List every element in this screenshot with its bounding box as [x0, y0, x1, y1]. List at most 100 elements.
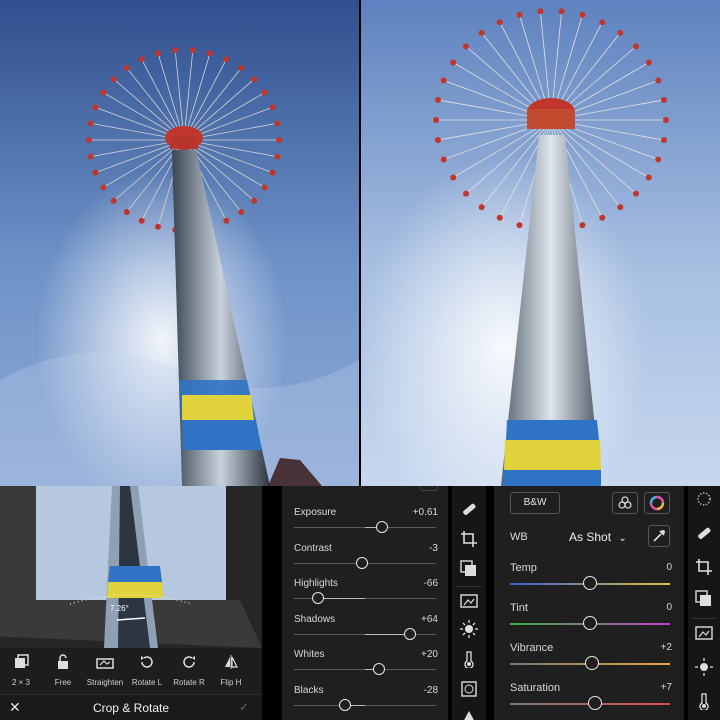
healing-icon[interactable] [460, 500, 478, 518]
aspect-ratio-button[interactable]: 2 × 3 [0, 654, 42, 687]
wheel-seat [661, 137, 668, 144]
effects-icon[interactable] [460, 680, 478, 698]
rotate-right-icon [183, 656, 195, 668]
slider-thumb[interactable] [583, 616, 597, 630]
slider-label: Exposure [294, 507, 337, 518]
after-photo [361, 0, 720, 486]
before-photo [0, 0, 359, 486]
wheel-seat [599, 19, 606, 26]
wheel-seat [261, 89, 268, 96]
straighten-icon [96, 658, 114, 669]
straighten-button[interactable]: Straighten [84, 654, 126, 687]
wheel-seat [478, 204, 485, 211]
wheel-seat [663, 117, 669, 123]
wheel-seat [632, 43, 639, 50]
slider-label: Vibrance [510, 642, 554, 654]
wheel-seat [269, 169, 276, 176]
crop-icon[interactable] [460, 530, 478, 548]
color-icon[interactable] [695, 692, 713, 710]
wheel-seat [92, 169, 99, 176]
tool-rail-left [452, 486, 486, 720]
wheel-seat [579, 11, 586, 18]
rotation-angle-label: 7.26° [110, 604, 129, 613]
wheel-seat [261, 184, 268, 191]
panel-handle[interactable] [420, 486, 438, 491]
wheel-seat [434, 96, 441, 103]
eyedropper-button[interactable] [648, 525, 670, 547]
flip-horizontal-button[interactable]: Flip H [210, 654, 252, 687]
wheel-seat [110, 76, 117, 83]
crop-icon[interactable] [695, 558, 713, 576]
mixer-icon [618, 496, 632, 509]
wheel-seat [478, 29, 485, 36]
wheel-seat [579, 222, 586, 229]
detail-icon[interactable] [460, 710, 478, 720]
wheel-seat [138, 217, 145, 224]
rotate-right-button[interactable]: Rotate R [168, 654, 210, 687]
profile-icon[interactable] [695, 490, 713, 508]
slider-value: -3 [429, 543, 438, 554]
chevron-down-icon: ⌄ [618, 533, 627, 544]
tool-label: Rotate R [173, 678, 205, 687]
wheel-seat [516, 11, 523, 18]
presets-icon[interactable] [695, 590, 713, 608]
wb-label: WB [510, 531, 528, 543]
wheel-seat [110, 197, 117, 204]
rail-divider [456, 586, 482, 587]
checkmark-icon[interactable]: ✓ [239, 700, 249, 714]
tool-label: Rotate L [131, 678, 163, 687]
wb-dropdown[interactable]: As Shot ⌄ [569, 530, 627, 544]
slider-thumb[interactable] [587, 696, 602, 710]
wheel-seat [100, 89, 107, 96]
wheel-seat [645, 174, 652, 181]
tool-label: Free [54, 678, 72, 687]
color-wheel-icon [649, 495, 665, 511]
wheel-seat [450, 59, 457, 66]
wheel-seat [274, 120, 281, 127]
wheel-seat [269, 104, 276, 111]
wheel-seat [433, 117, 439, 123]
slider-value: +7 [660, 682, 672, 693]
bw-button[interactable]: B&W [510, 492, 560, 514]
slider-value: 0 [666, 562, 672, 573]
healing-icon[interactable] [695, 524, 713, 542]
wheel-seat [558, 8, 565, 15]
rotate-left-button[interactable]: Rotate L [126, 654, 168, 687]
wheel-seat [274, 153, 281, 160]
wheel-seat [434, 137, 441, 144]
slider-thumb[interactable] [584, 656, 599, 670]
wheel-seat [496, 214, 503, 221]
presets-icon[interactable] [460, 560, 478, 578]
wheel-seat [223, 217, 230, 224]
wheel-seat [155, 223, 162, 230]
color-icon[interactable] [460, 650, 478, 668]
wheel-seat [617, 204, 624, 211]
slider-label: Temp [510, 562, 537, 574]
slider-value: 0 [666, 602, 672, 613]
slider-value: -28 [423, 685, 438, 696]
color-grading-button[interactable] [644, 492, 670, 514]
slider-thumb[interactable] [376, 521, 389, 533]
slider-thumb[interactable] [339, 699, 352, 711]
slider-value: -66 [423, 578, 438, 589]
slider-track[interactable] [294, 705, 436, 706]
wheel-seat [223, 56, 230, 63]
slider-label: Contrast [294, 543, 332, 554]
wheel-seat [440, 77, 447, 84]
slider-label: Blacks [294, 685, 324, 696]
slider-label: Highlights [294, 578, 338, 589]
light-icon[interactable] [460, 620, 478, 638]
auto-icon[interactable] [695, 624, 713, 642]
wheel-seat [238, 64, 245, 71]
wheel-seat [440, 156, 447, 163]
crop-panel: 7.26° 2 × 3 Free Straighten Rotate L Rot… [0, 486, 262, 720]
auto-icon[interactable] [460, 592, 478, 610]
slider-thumb[interactable] [583, 576, 597, 590]
crop-preview[interactable]: 7.26° [0, 486, 262, 648]
mixer-button[interactable] [612, 492, 638, 514]
wheel-seat [463, 43, 470, 50]
free-button[interactable]: Free [42, 654, 84, 687]
aspect-ratio-icon [15, 654, 29, 668]
light-icon[interactable] [695, 658, 713, 676]
wheel-seat [450, 174, 457, 181]
